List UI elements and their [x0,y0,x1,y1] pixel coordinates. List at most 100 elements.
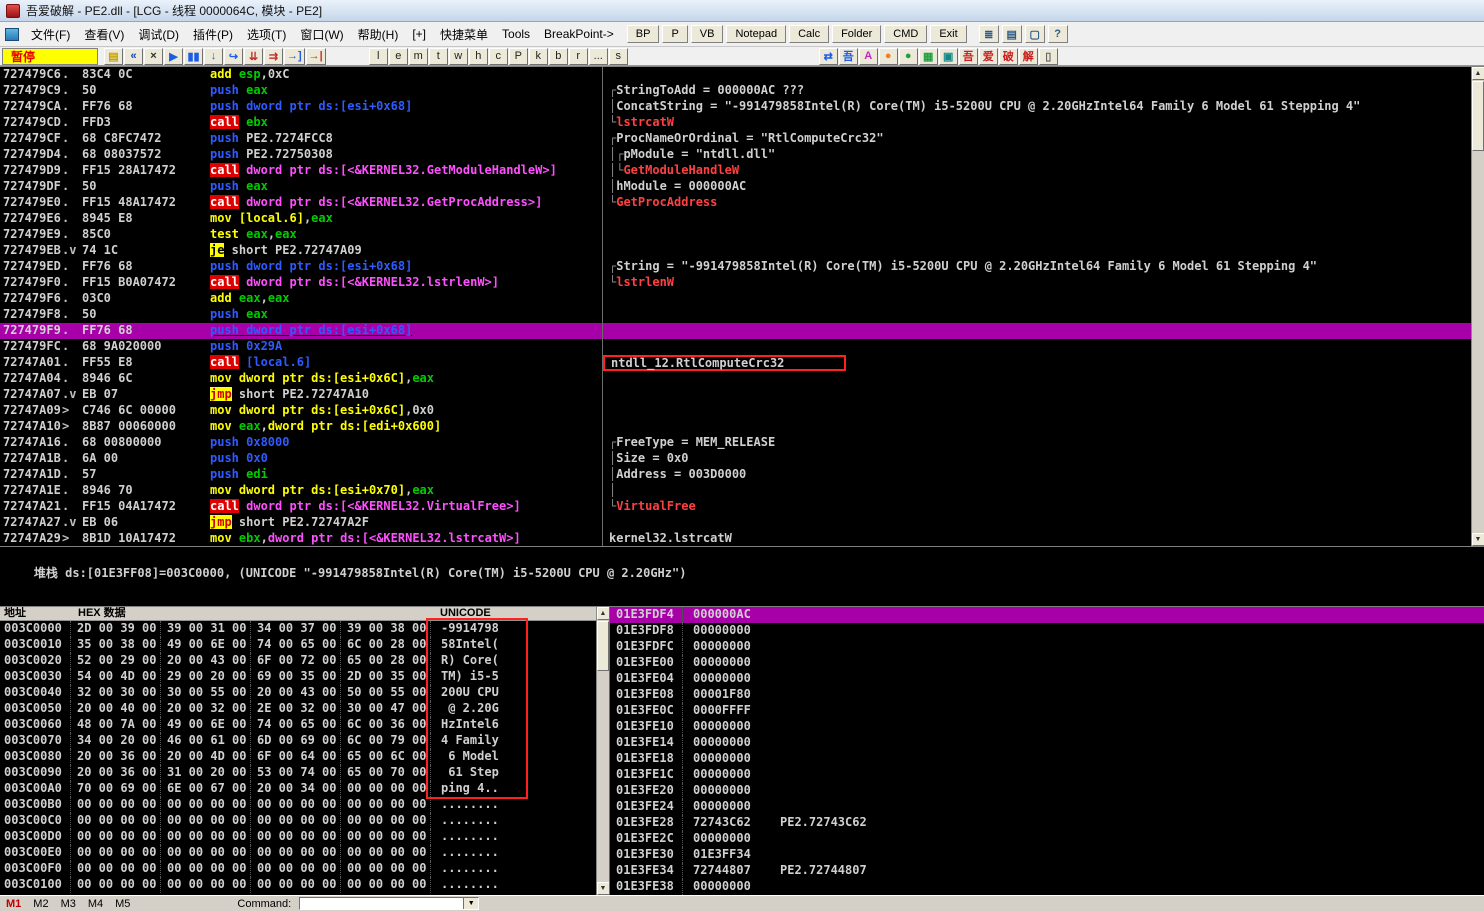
dump-row[interactable]: 003C00A0 70 00 69 00 6E 00 67 00 20 00 34 0… [0,781,609,797]
pane-letter-button[interactable]: ... [588,47,608,65]
dump-row[interactable]: 003C0070 34 00 20 00 46 00 61 00 6D 00 69 0… [0,733,609,749]
stack-row[interactable]: 01E3FDF4 000000AC [610,607,1484,623]
layout-icon[interactable]: ≣ [978,25,999,43]
stack-row[interactable]: 01E3FE20 00000000 [610,783,1484,799]
dump-row[interactable]: 003C00E0 00 00 00 00 00 00 00 00 00 00 00 0… [0,845,609,861]
stack-row[interactable]: 01E3FE04 00000000 [610,671,1484,687]
disasm-row[interactable]: 72747A1D. 57 push edi │Address = 003D0000 [0,467,1484,483]
dump-row[interactable]: 003C0050 20 00 40 00 20 00 32 00 2E 00 32 0… [0,701,609,717]
disasm-scroll-thumb[interactable] [1472,81,1484,151]
disasm-row[interactable]: 72747A16. 68 00800000 push 0x8000 ┌FreeType… [0,435,1484,451]
stack-row[interactable]: 01E3FE34 72744807 PE2.72744807 [610,863,1484,879]
scroll-down-icon[interactable]: ▼ [596,882,609,895]
disasm-row[interactable]: 72747A29 >8B1D 10A17472 mov ebx,dword ptr … [0,531,1484,546]
stack-row[interactable]: 01E3FE1C 00000000 [610,767,1484,783]
menu-item[interactable]: 选项(T) [240,22,293,46]
disasm-row[interactable]: 727479CD. FFD3 call ebx └lstrcatW [0,115,1484,131]
stack-row[interactable]: 01E3FE10 00000000 [610,719,1484,735]
pane-letter-button[interactable]: e [388,47,408,65]
stack-row[interactable]: 01E3FE08 00001F80 [610,687,1484,703]
dump-row[interactable]: 003C00C0 00 00 00 00 00 00 00 00 00 00 00 0… [0,813,609,829]
menu-quick-button[interactable]: Folder [832,25,882,43]
command-combobox[interactable]: ▼ [299,897,480,910]
dump-row[interactable]: 003C0010 35 00 38 00 49 00 6E 00 74 00 65 0… [0,637,609,653]
wu-red-icon[interactable]: 吾 [958,47,978,65]
open-file-icon[interactable]: ▤ [104,47,123,65]
doc-icon[interactable]: ▯ [1038,47,1058,65]
disasm-row[interactable]: 727479ED. FF76 68 push dword ptr ds:[esi+0… [0,259,1484,275]
pane-letter-button[interactable]: b [548,47,568,65]
pane-letter-button[interactable]: m [408,47,428,65]
disasm-row[interactable]: 72747A04. 8946 6C mov dword ptr ds:[esi+0x… [0,371,1484,387]
menu-item[interactable]: 窗口(W) [293,22,350,46]
menu-quick-button[interactable]: BP [626,25,660,43]
window-icon[interactable]: ▣ [938,47,958,65]
scroll-up-icon[interactable]: ▲ [1471,67,1484,80]
dump-row[interactable]: 003C00D0 00 00 00 00 00 00 00 00 00 00 00 0… [0,829,609,845]
disasm-row[interactable]: 727479F0. FF15 B0A07472 call dword ptr ds:… [0,275,1484,291]
stack-row[interactable]: 01E3FDFC 00000000 [610,639,1484,655]
window-box-icon[interactable]: ▢ [1024,25,1045,43]
stack-row[interactable]: 01E3FE18 00000000 [610,751,1484,767]
menu-item[interactable]: Tools [495,22,537,46]
menu-item[interactable]: 文件(F) [24,22,77,46]
pane-letter-button[interactable]: P [508,47,528,65]
jie-red-icon[interactable]: 解 [1018,47,1038,65]
disasm-row[interactable]: 727479F8. 50 push eax [0,307,1484,323]
stack-row[interactable]: 01E3FDF8 00000000 [610,623,1484,639]
combo-dropdown-icon[interactable]: ▼ [463,898,479,909]
dump-row[interactable]: 003C0090 20 00 36 00 31 00 20 00 53 00 74 0… [0,765,609,781]
animate-over-icon[interactable]: ⇉ [264,47,283,65]
dump-row[interactable]: 003C0080 20 00 36 00 20 00 4D 00 6F 00 64 0… [0,749,609,765]
memory-tab-m2[interactable]: M2 [33,898,48,910]
pane-letter-button[interactable]: s [608,47,628,65]
scroll-down-icon[interactable]: ▼ [1471,533,1484,546]
menu-item[interactable]: 快捷菜单 [433,22,495,46]
stack-row[interactable]: 01E3FE38 00000000 [610,879,1484,895]
memory-tab-m5[interactable]: M5 [115,898,130,910]
pane-letter-button[interactable]: l [368,47,388,65]
disasm-row[interactable]: 727479E0. FF15 48A17472 call dword ptr ds:… [0,195,1484,211]
run-icon[interactable]: ▶ [164,47,183,65]
pane-letter-button[interactable]: r [568,47,588,65]
stack-row[interactable]: 01E3FE2C 00000000 [610,831,1484,847]
menu-quick-button[interactable]: P [662,25,688,43]
disasm-row[interactable]: 727479E9. 85C0 test eax,eax [0,227,1484,243]
disasm-row[interactable]: 727479E6. 8945 E8 mov [local.6],eax [0,211,1484,227]
stack-pane[interactable]: 01E3FDF4 000000AC 01E3FDF8 00000000 01E3FDFC… [609,607,1484,895]
menu-item[interactable]: 插件(P) [186,22,240,46]
stack-row[interactable]: 01E3FE14 00000000 [610,735,1484,751]
disasm-row[interactable]: 727479CA. FF76 68 push dword ptr ds:[esi+0… [0,99,1484,115]
step-over-icon[interactable]: ↪ [224,47,243,65]
disasm-row[interactable]: 727479EB .v 74 1C je short PE2.72747A09 [0,243,1484,259]
memory-tab-m4[interactable]: M4 [88,898,103,910]
disasm-row[interactable]: 72747A01. FF55 E8 call [local.6] ntdll_12.R… [0,355,1484,371]
disasm-row[interactable]: 727479D4. 68 08037572 push PE2.72750308 │┌p… [0,147,1484,163]
orange-dot-icon[interactable]: ● [878,47,898,65]
disasm-scrollbar[interactable]: ▲ ▼ [1471,67,1484,546]
mdi-child-icon[interactable] [5,27,19,41]
execute-till-return-icon[interactable]: →] [284,47,305,65]
dump-pane[interactable]: 地址 HEX 数据 UNICODE 003C0000 2D 00 39 00 39 … [0,607,609,895]
dump-row[interactable]: 003C0060 48 00 7A 00 49 00 6E 00 74 00 65 0… [0,717,609,733]
disasm-row[interactable]: 727479C9. 50 push eax ┌StringToAdd = 000000… [0,83,1484,99]
stack-row[interactable]: 01E3FE00 00000000 [610,655,1484,671]
disasm-row[interactable]: 727479CF. 68 C8FC7472 push PE2.7274FCC8 ┌Pr… [0,131,1484,147]
menu-quick-button[interactable]: Calc [789,25,830,43]
memory-tab-m1[interactable]: M1 [6,898,21,910]
step-into-icon[interactable]: ↓ [204,47,223,65]
pause-icon[interactable]: ▮▮ [184,47,203,65]
pane-letter-button[interactable]: t [428,47,448,65]
ai-red-icon[interactable]: 爱 [978,47,998,65]
menu-item[interactable]: [+] [405,22,433,46]
goto-icon[interactable]: →| [305,47,326,65]
po-red-icon[interactable]: 破 [998,47,1018,65]
dump-row[interactable]: 003C0020 52 00 29 00 20 00 43 00 6F 00 72 0… [0,653,609,669]
disasm-row[interactable]: 727479F9. FF76 68 push dword ptr ds:[esi+0… [0,323,1484,339]
memory-tab-m3[interactable]: M3 [61,898,76,910]
pane-letter-button[interactable]: k [528,47,548,65]
disasm-row[interactable]: 727479D9. FF15 28A17472 call dword ptr ds:… [0,163,1484,179]
list-icon[interactable]: ▤ [1001,25,1022,43]
menu-quick-button[interactable]: Exit [930,25,967,43]
menu-item[interactable]: 帮助(H) [351,22,406,46]
